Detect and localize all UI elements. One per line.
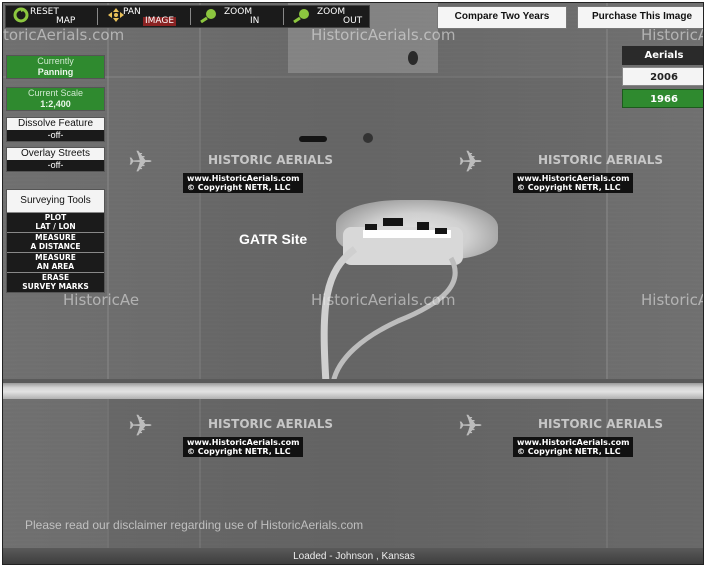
zoom-in-icon xyxy=(198,6,220,24)
toolbar-divider xyxy=(97,8,98,25)
current-mode-label: Currently xyxy=(37,56,74,66)
logo-title: HISTORIC AERIALS xyxy=(208,153,333,167)
reset-sublabel: MAP xyxy=(56,16,76,26)
watermark-text: HistoricAe xyxy=(641,291,703,309)
logo-copy: © Copyright NETR, LLC xyxy=(517,183,621,192)
logo-url: www.HistoricAerials.com xyxy=(187,174,300,183)
current-mode-box: Currently Panning xyxy=(6,55,105,79)
logo-copyright: www.HistoricAerials.com © Copyright NETR… xyxy=(513,437,634,457)
dissolve-feature-toggle[interactable]: Dissolve Feature -off- xyxy=(6,117,105,142)
map-toolbar: RESET MAP PAN IMAGE ZOOM IN ZOOM OUT xyxy=(5,5,370,28)
logo-copy: © Copyright NETR, LLC xyxy=(187,447,291,456)
tool-sublabel: AN AREA xyxy=(36,261,75,271)
status-bar: Loaded - Johnson , Kansas xyxy=(3,548,703,564)
logo-title: HISTORIC AERIALS xyxy=(538,153,663,167)
year-button-2006[interactable]: 2006 xyxy=(622,67,703,86)
overlay-streets-toggle[interactable]: Overlay Streets -off- xyxy=(6,147,105,172)
toolbar-divider xyxy=(283,8,284,25)
compare-years-button[interactable]: Compare Two Years xyxy=(437,6,567,29)
zoom-in-sublabel: IN xyxy=(250,16,260,26)
watermark-logo: ✈ HISTORIC AERIALS www.HistoricAerials.c… xyxy=(458,409,663,469)
toolbar-divider xyxy=(190,8,191,25)
dissolve-label: Dissolve Feature xyxy=(17,118,94,129)
plot-latlon-button[interactable]: PLOT LAT / LON xyxy=(7,212,104,232)
watermark-text: HistoricAerials.com xyxy=(311,291,456,309)
logo-url: www.HistoricAerials.com xyxy=(187,438,300,447)
viewer-frame: toricAerials.com HistoricAerials.com His… xyxy=(2,2,704,565)
current-scale-value: 1:2,400 xyxy=(40,99,71,109)
zoom-out-button[interactable]: ZOOM OUT xyxy=(287,6,369,27)
watermark-text: toricAerials.com xyxy=(3,26,125,44)
logo-copyright: www.HistoricAerials.com © Copyright NETR… xyxy=(513,173,634,193)
reset-label: RESET xyxy=(30,7,59,17)
tool-sublabel: SURVEY MARKS xyxy=(22,281,89,291)
logo-url: www.HistoricAerials.com xyxy=(517,174,630,183)
watermark-logo: ✈ HISTORIC AERIALS www.HistoricAerials.c… xyxy=(458,145,663,205)
pan-sublabel: IMAGE xyxy=(143,16,177,26)
erase-survey-marks-button[interactable]: ERASE SURVEY MARKS xyxy=(7,272,104,292)
biplane-icon: ✈ xyxy=(458,409,483,444)
aerial-map[interactable]: toricAerials.com HistoricAerials.com His… xyxy=(3,3,703,548)
watermark-text: HistoricAe xyxy=(63,291,140,309)
aerials-header: Aerials xyxy=(622,46,703,65)
disclaimer-link[interactable]: Please read our disclaimer regarding use… xyxy=(25,518,363,532)
zoom-out-icon xyxy=(291,6,313,24)
site-label: GATR Site xyxy=(239,231,308,247)
dissolve-value: -off- xyxy=(7,130,104,141)
road xyxy=(3,383,703,399)
logo-copy: © Copyright NETR, LLC xyxy=(187,183,291,192)
surveying-tools-title: Surveying Tools xyxy=(20,195,91,206)
measure-distance-button[interactable]: MEASURE A DISTANCE xyxy=(7,232,104,252)
tool-sublabel: A DISTANCE xyxy=(30,241,81,251)
pan-image-button[interactable]: PAN IMAGE xyxy=(101,6,187,27)
pan-label: PAN xyxy=(123,7,141,17)
logo-copyright: www.HistoricAerials.com © Copyright NETR… xyxy=(183,437,304,457)
watermark-text: HistoricAerials.com xyxy=(311,26,456,44)
overlay-label: Overlay Streets xyxy=(21,148,90,159)
zoom-in-button[interactable]: ZOOM IN xyxy=(194,6,280,27)
watermark-logo: ✈ HISTORIC AERIALS www.HistoricAerials.c… xyxy=(128,145,333,205)
watermark-logo: ✈ HISTORIC AERIALS www.HistoricAerials.c… xyxy=(128,409,333,469)
zoom-in-label: ZOOM xyxy=(224,7,253,17)
biplane-icon: ✈ xyxy=(128,145,153,180)
logo-copy: © Copyright NETR, LLC xyxy=(517,447,621,456)
zoom-out-sublabel: OUT xyxy=(343,16,363,26)
logo-copyright: www.HistoricAerials.com © Copyright NETR… xyxy=(183,173,304,193)
reset-icon xyxy=(10,6,32,24)
measure-area-button[interactable]: MEASURE AN AREA xyxy=(7,252,104,272)
current-mode-value: Panning xyxy=(37,67,74,77)
purchase-image-button[interactable]: Purchase This Image xyxy=(577,6,703,29)
surveying-tools-panel: Surveying Tools PLOT LAT / LON MEASURE A… xyxy=(6,189,105,293)
biplane-icon: ✈ xyxy=(128,409,153,444)
zoom-out-label: ZOOM xyxy=(317,7,346,17)
biplane-icon: ✈ xyxy=(458,145,483,180)
current-scale-label: Current Scale xyxy=(27,88,84,98)
current-scale-box: Current Scale 1:2,400 xyxy=(6,87,105,111)
year-button-1966[interactable]: 1966 xyxy=(622,89,703,108)
tool-sublabel: LAT / LON xyxy=(35,221,76,231)
reset-map-button[interactable]: RESET MAP xyxy=(6,6,94,27)
logo-title: HISTORIC AERIALS xyxy=(538,417,663,431)
overlay-value: -off- xyxy=(7,160,104,171)
logo-title: HISTORIC AERIALS xyxy=(208,417,333,431)
logo-url: www.HistoricAerials.com xyxy=(517,438,630,447)
